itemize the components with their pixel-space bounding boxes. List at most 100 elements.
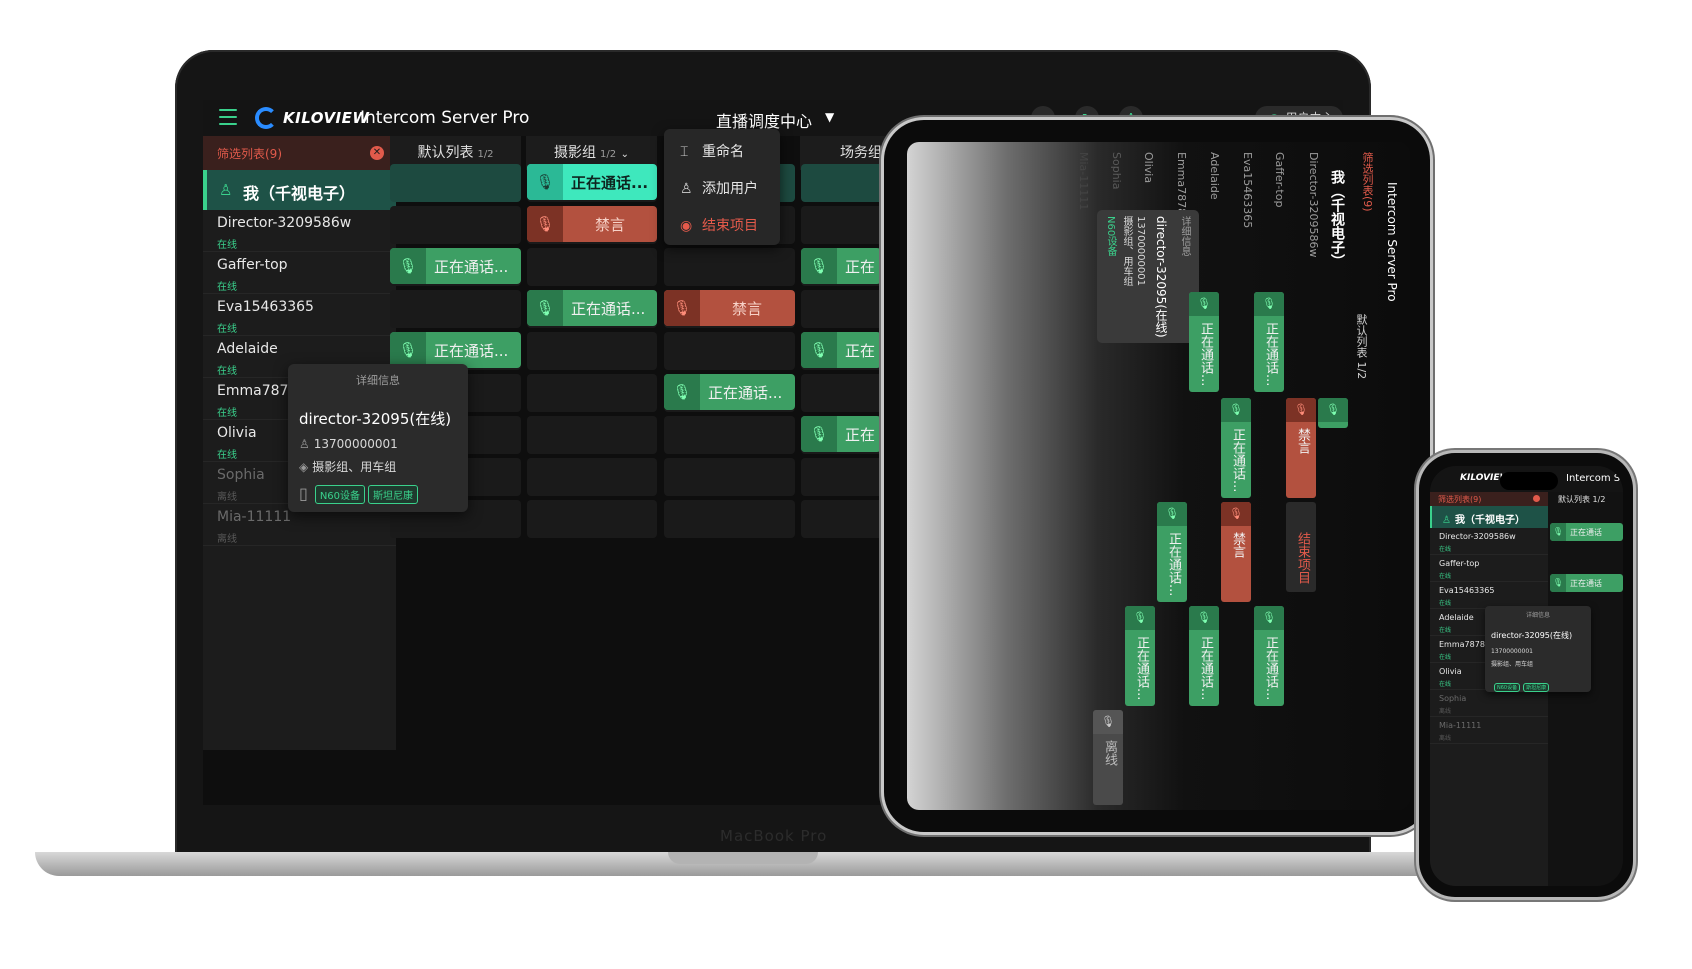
menu-icon[interactable] <box>219 109 237 125</box>
talking-cell[interactable]: 🎙 正在通话... <box>390 248 521 284</box>
tablet-user-name: Mia-11111 <box>1077 152 1090 211</box>
detail-header: 详细信息 <box>356 374 400 387</box>
phone-column-header[interactable]: 默认列表 1/2 <box>1548 492 1623 506</box>
user-name: Sophia <box>217 467 265 483</box>
tablet-talking-cell[interactable]: 🎙 正在通话... <box>1157 502 1187 602</box>
phone-user-row[interactable]: Eva15463365 在线 <box>1430 582 1548 609</box>
user-status: 在线 <box>217 450 237 461</box>
microphone-icon: 🎙 <box>1254 606 1284 630</box>
dynamic-island <box>1500 472 1558 490</box>
talking-cell[interactable]: 🎙 正在通话... <box>527 164 657 200</box>
menu-item-label: 重命名 <box>702 144 744 160</box>
tablet-talking-cell[interactable]: 🎙 正在通话... <box>1189 292 1219 392</box>
phone-filter-bar[interactable]: 筛选列表(9) <box>1430 492 1548 506</box>
grid-cell[interactable] <box>390 290 521 328</box>
user-status: 离线 <box>1439 735 1452 742</box>
column-name: 默认列表 <box>1558 495 1590 504</box>
grid-cell[interactable] <box>664 332 795 370</box>
chevron-down-icon[interactable]: ⌄ <box>621 149 629 160</box>
groups-value: 摄影组、用车组 <box>312 460 397 474</box>
tablet-talking-cell[interactable]: 🎙 正在通话... <box>1221 398 1251 498</box>
grid-cell[interactable] <box>664 458 795 496</box>
filter-bar[interactable]: 筛选列表(9) ✕ <box>203 136 396 170</box>
user-name: Emma7878 <box>217 383 298 399</box>
cell-label: 禁言 <box>1230 532 1245 558</box>
tablet-end-project[interactable]: 结束项目 <box>1286 502 1316 592</box>
grid-cell[interactable] <box>664 500 795 538</box>
user-name: Adelaide <box>1439 613 1474 622</box>
grid-cell[interactable] <box>527 458 657 496</box>
menu-item-add-user[interactable]: ♙ 添加用户 <box>680 178 758 198</box>
mic-off-icon: 🎙 <box>527 206 563 242</box>
phone-me-row[interactable]: ♙ 我（千视电子） <box>1430 506 1548 528</box>
microphone-icon: 🎙 <box>1093 710 1123 734</box>
grid-cell[interactable] <box>527 248 657 286</box>
menu-item-end-project[interactable]: ◉ 结束项目 <box>680 215 758 235</box>
grid-cell[interactable] <box>527 416 657 454</box>
add-user-icon: ♙ <box>680 181 693 197</box>
grid-cell[interactable] <box>664 248 795 286</box>
user-status: 在线 <box>1439 681 1452 688</box>
grid-cell[interactable] <box>527 332 657 370</box>
talking-cell[interactable]: 🎙 正在 <box>801 332 881 368</box>
clear-filter-icon[interactable]: ✕ <box>370 146 384 160</box>
microphone-icon: 🎙 <box>390 332 426 368</box>
user-row[interactable]: Eva15463365 在线 <box>203 294 396 336</box>
grid-cell[interactable] <box>390 206 521 244</box>
user-status: 离线 <box>217 492 237 503</box>
detail-tags: ▯ N60设备 斯坦尼康 <box>299 484 419 504</box>
tablet-talking-cell[interactable]: 🎙 <box>1318 398 1348 428</box>
phone-app-title: Intercom Server Pro <box>1566 473 1623 484</box>
microphone-icon: 🎙 <box>1550 523 1566 541</box>
laptop-model-label: MacBook Pro <box>720 827 828 845</box>
muted-cell[interactable]: 🎙 禁言 <box>527 206 657 242</box>
tablet-talking-cell[interactable]: 🎙 正在通话... <box>1189 606 1219 706</box>
cell-label: 正在通话... <box>1230 428 1245 493</box>
user-name: Director-3209586w <box>217 215 352 231</box>
brand-logo-text: KILOVIEW <box>283 109 370 127</box>
cell-label: 正在通话... <box>1263 636 1278 701</box>
user-name: Olivia <box>1439 667 1462 676</box>
detail-phone: 13700000001 <box>1135 216 1146 286</box>
tablet-screen: Intercom Server Pro 筛选列表(9) 我（千视电子） Dire… <box>907 142 1410 810</box>
tablet-muted-cell[interactable]: 🎙 禁言 <box>1286 398 1316 498</box>
cell-label: 正在通话... <box>708 384 783 402</box>
microphone-icon: 🎙 <box>1189 292 1219 316</box>
phone-user-row[interactable]: Mia-11111 离线 <box>1430 717 1548 744</box>
talking-cell[interactable]: 🎙 正在通话... <box>527 290 657 326</box>
microphone-icon: 🎙 <box>1254 292 1284 316</box>
tablet-me-name: 我（千视电子） <box>1329 170 1345 268</box>
user-status: 在线 <box>217 366 237 377</box>
tablet-talking-cell[interactable]: 🎙 正在通话... <box>1254 292 1284 392</box>
talking-cell[interactable]: 🎙 正在 <box>801 416 881 452</box>
menu-item-rename[interactable]: ⌶ 重命名 <box>680 141 744 161</box>
phone-user-row[interactable]: Sophia 离线 <box>1430 690 1548 717</box>
user-row[interactable]: Gaffer-top 在线 <box>203 252 396 294</box>
user-row[interactable]: Director-3209586w 在线 <box>203 210 396 252</box>
chevron-down-icon[interactable]: ▼ <box>825 110 834 124</box>
grid-cell[interactable] <box>664 416 795 454</box>
phone-talking-cell[interactable]: 🎙 正在通话 <box>1550 574 1623 592</box>
detail-header: 详细信息 <box>1525 612 1550 619</box>
tablet-talking-cell[interactable]: 🎙 正在通话... <box>1125 606 1155 706</box>
phone-user-row[interactable]: Gaffer-top 在线 <box>1430 555 1548 582</box>
talking-cell[interactable]: 🎙 正在 <box>801 248 881 284</box>
tablet-offline-cell[interactable]: 🎙 离线 <box>1093 710 1123 805</box>
grid-cell[interactable] <box>390 164 521 202</box>
phone-talking-cell[interactable]: 🎙 正在通话 <box>1550 523 1623 541</box>
clear-filter-icon[interactable] <box>1533 495 1540 502</box>
stop-icon: ◉ <box>680 218 693 234</box>
column-context-menu: ⌶ 重命名 ♙ 添加用户 ◉ 结束项目 <box>664 129 780 245</box>
talking-cell[interactable]: 🎙 正在通话... <box>664 374 795 410</box>
cell-label: 正在 <box>845 342 876 360</box>
grid-cell[interactable] <box>527 500 657 538</box>
phone-user-row[interactable]: Director-3209586w 在线 <box>1430 528 1548 555</box>
user-status: 在线 <box>217 324 237 335</box>
talking-cell[interactable]: 🎙 正在通话... <box>390 332 521 368</box>
me-row[interactable]: ♙ 我（千视电子） <box>203 170 396 210</box>
tablet-talking-cell[interactable]: 🎙 正在通话... <box>1254 606 1284 706</box>
muted-cell[interactable]: 🎙 禁言 <box>664 290 795 326</box>
grid-cell[interactable] <box>527 374 657 412</box>
cell-label: 正在通话 <box>1570 579 1602 588</box>
tablet-muted-cell[interactable]: 🎙 禁言 <box>1221 502 1251 602</box>
